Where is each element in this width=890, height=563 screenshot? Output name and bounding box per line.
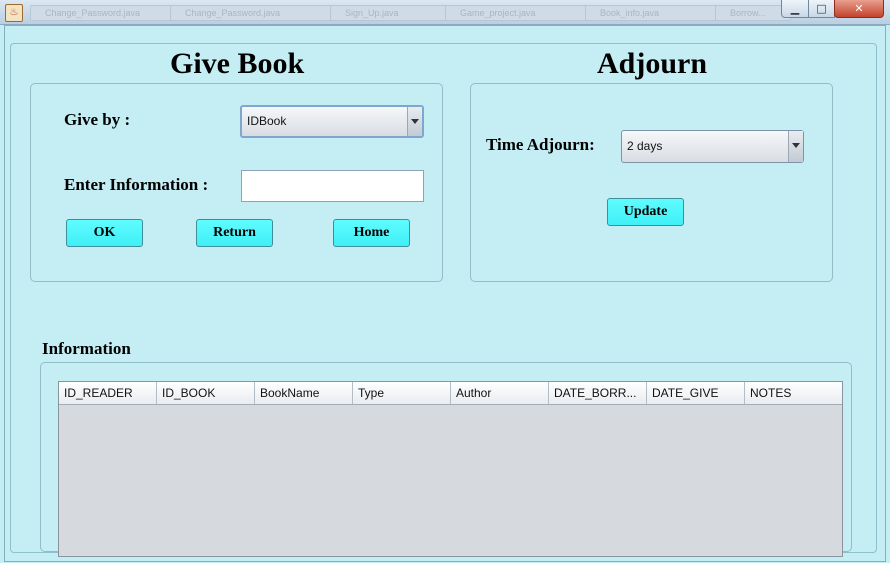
column-header-author[interactable]: Author <box>451 382 549 404</box>
column-header-date-give[interactable]: DATE_GIVE <box>647 382 745 404</box>
time-adjourn-selected-value: 2 days <box>627 139 663 153</box>
ok-button[interactable]: OK <box>66 219 143 247</box>
java-app-icon: ♨ <box>5 4 23 22</box>
give-by-combobox[interactable]: IDBook <box>240 105 424 138</box>
background-tab: Sign_Up.java <box>330 5 451 21</box>
table-header: ID_READER ID_BOOK BookName Type Author D… <box>59 382 842 405</box>
update-button[interactable]: Update <box>607 198 684 226</box>
close-button[interactable]: ✕ <box>834 0 884 18</box>
information-title: Information <box>42 339 131 358</box>
return-button[interactable]: Return <box>196 219 273 247</box>
background-tab: Game_project.java <box>445 5 591 21</box>
background-tab: Change_Password.java <box>30 5 176 21</box>
background-tab: Book_info.java <box>585 5 721 21</box>
background-tab: Change_Password.java <box>170 5 336 21</box>
window-titlebar: ♨ Change_Password.java Change_Password.j… <box>0 0 890 25</box>
background-tab: Borrow... <box>715 5 791 21</box>
column-header-notes[interactable]: NOTES <box>745 382 842 404</box>
information-input[interactable] <box>241 170 424 202</box>
information-table[interactable]: ID_READER ID_BOOK BookName Type Author D… <box>58 381 843 557</box>
chevron-down-icon[interactable] <box>407 107 422 136</box>
time-adjourn-combobox[interactable]: 2 days <box>621 130 804 163</box>
give-book-title: Give Book <box>170 47 305 80</box>
give-by-selected-value: IDBook <box>247 114 287 128</box>
maximize-button[interactable]: □ <box>808 0 835 18</box>
chevron-down-icon[interactable] <box>788 131 803 162</box>
home-button[interactable]: Home <box>333 219 410 247</box>
column-header-id-reader[interactable]: ID_READER <box>59 382 157 404</box>
column-header-id-book[interactable]: ID_BOOK <box>157 382 255 404</box>
enter-information-label: Enter Information : <box>64 175 209 194</box>
time-adjourn-label: Time Adjourn: <box>486 135 595 154</box>
adjourn-title: Adjourn <box>597 47 708 80</box>
minimize-button[interactable]: ▁ <box>781 0 809 18</box>
adjourn-panel <box>470 83 833 282</box>
column-header-date-borrow[interactable]: DATE_BORR... <box>549 382 647 404</box>
column-header-book-name[interactable]: BookName <box>255 382 353 404</box>
column-header-type[interactable]: Type <box>353 382 451 404</box>
give-by-label: Give by : <box>64 110 131 129</box>
